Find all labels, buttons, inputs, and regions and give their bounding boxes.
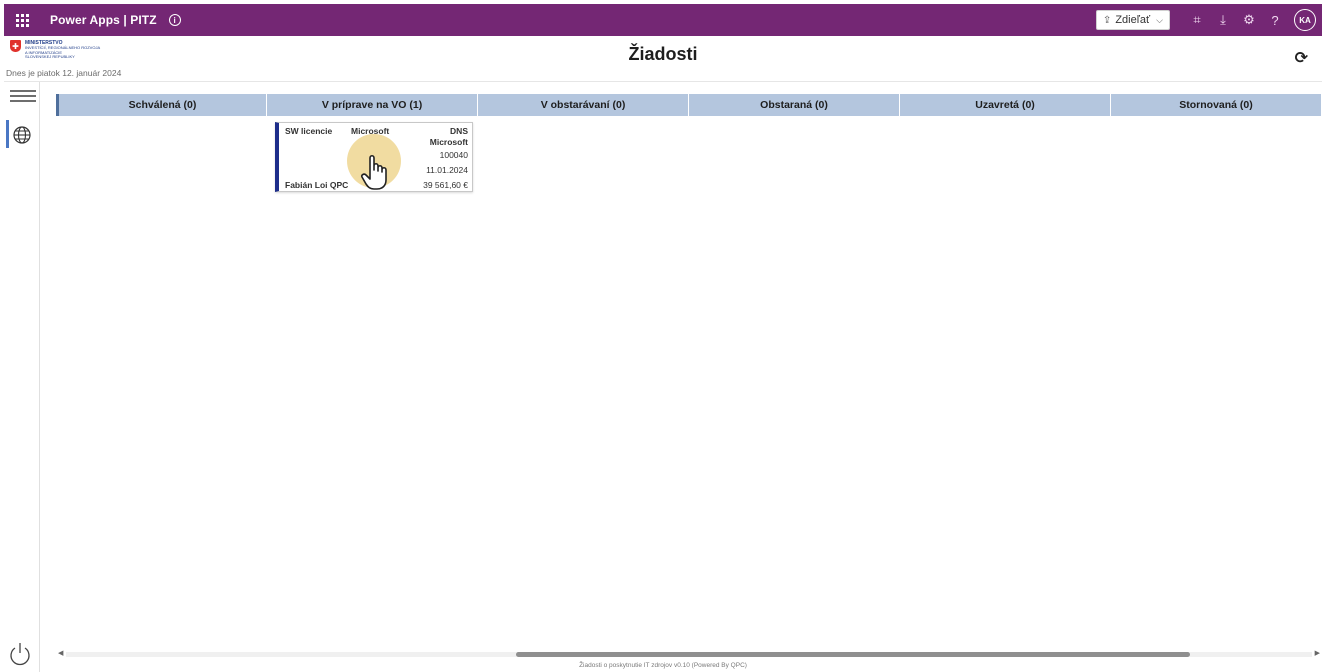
left-rail [4, 82, 40, 672]
app-header: ✚ Ministerstvo investícií, regionálneho … [4, 36, 1322, 82]
card-date: 11.01.2024 [426, 165, 468, 175]
column-header-v-priprave[interactable]: V príprave na VO (1) [267, 94, 478, 116]
horizontal-scrollbar[interactable]: ◀ ▶ [56, 648, 1322, 660]
settings-gear-icon[interactable]: ⚙ [1236, 4, 1262, 36]
avatar[interactable]: KA [1294, 9, 1316, 31]
page-title: Žiadosti [628, 44, 698, 64]
hand-cursor-icon [361, 154, 387, 190]
column-header-uzavreta[interactable]: Uzavretá (0) [900, 94, 1111, 116]
download-icon[interactable]: ⤓ [1210, 4, 1236, 36]
card-dns: DNS [450, 126, 468, 136]
column-header-stornovana[interactable]: Stornovaná (0) [1111, 94, 1322, 116]
topbar-actions: ⇪ Zdieľať ⌵ ⌗ ⤓ ⚙ ? KA [1095, 4, 1322, 36]
column-header-schvalena[interactable]: Schválená (0) [56, 94, 267, 116]
hamburger-icon[interactable] [10, 90, 36, 105]
share-button[interactable]: ⇪ Zdieľať ⌵ [1095, 10, 1170, 30]
globe-icon[interactable] [4, 120, 40, 150]
column-header-obstarana[interactable]: Obstaraná (0) [689, 94, 900, 116]
scroll-right-icon[interactable]: ▶ [1315, 649, 1320, 657]
chevron-down-icon: ⌵ [1156, 14, 1163, 25]
fit-to-window-icon[interactable]: ⌗ [1184, 4, 1210, 36]
refresh-icon[interactable]: ⟳ [1295, 48, 1308, 68]
date-text: Dnes je piatok 12. január 2024 [6, 68, 122, 78]
info-icon[interactable]: i [168, 14, 181, 26]
help-icon[interactable]: ? [1262, 4, 1288, 36]
share-icon: ⇪ [1102, 14, 1112, 26]
column-headers: Schválená (0) V príprave na VO (1) V obs… [56, 94, 1322, 116]
card-dns-vendor: Microsoft [429, 137, 468, 147]
app-title: Power Apps | PITZ [50, 13, 157, 27]
app-frame: Power Apps | PITZ i ⇪ Zdieľať ⌵ ⌗ ⤓ ⚙ ? … [0, 0, 1326, 672]
share-label: Zdieľať [1115, 14, 1151, 26]
card-person: Fabián Loi QPC [285, 180, 349, 190]
card-id: 100040 [439, 150, 468, 160]
scroll-left-icon[interactable]: ◀ [58, 649, 63, 657]
power-apps-topbar: Power Apps | PITZ i ⇪ Zdieľať ⌵ ⌗ ⤓ ⚙ ? … [4, 4, 1322, 36]
kanban-board: Schválená (0) V príprave na VO (1) V obs… [56, 94, 1322, 644]
waffle-icon[interactable] [4, 4, 40, 36]
card-type: SW licencie [285, 126, 333, 136]
scroll-thumb[interactable] [516, 652, 1190, 657]
card-amount: 39 561,60 € [423, 180, 468, 190]
footer-text: Žiadosti o poskytnutie IT zdrojov v0.10 … [579, 662, 747, 669]
column-header-v-obstaravani[interactable]: V obstarávaní (0) [478, 94, 689, 116]
